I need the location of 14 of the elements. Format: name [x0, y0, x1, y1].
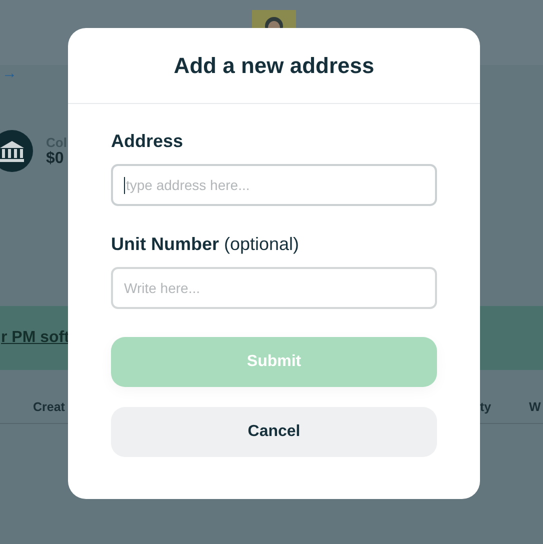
arrow-link[interactable]: → — [2, 69, 17, 79]
column-header: W — [529, 400, 541, 414]
modal-title: Add a new address — [174, 52, 374, 78]
column-header: ty — [480, 400, 492, 414]
account-amount: $0 — [46, 150, 65, 168]
cancel-button[interactable]: Cancel — [111, 407, 437, 457]
text-cursor — [124, 176, 125, 194]
banner-link[interactable]: r PM soft — [1, 329, 70, 347]
field-label: Address — [111, 131, 184, 152]
input-field[interactable]: type address here... — [111, 164, 437, 206]
bank-icon — [0, 130, 33, 172]
column-header: Creat — [33, 400, 65, 414]
input-field[interactable]: Write here... — [111, 267, 437, 309]
field-label: Unit Number (optional) — [111, 234, 300, 255]
